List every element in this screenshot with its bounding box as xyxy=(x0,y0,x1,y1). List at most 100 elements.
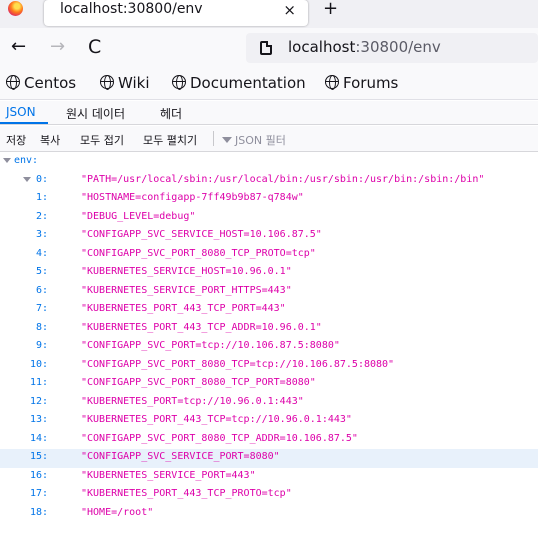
bookmark-forums[interactable]: Forums xyxy=(325,74,398,92)
tree-value: "HOME=/root" xyxy=(81,506,154,518)
tree-value: "KUBERNETES_PORT_443_TCP_PROTO=tcp" xyxy=(81,488,292,499)
url-path: :30800/env xyxy=(355,38,441,56)
copy-button[interactable]: 복사 xyxy=(40,132,60,148)
tree-row[interactable]: 10: "CONFIGAPP_SVC_PORT_8080_TCP=tcp://10… xyxy=(0,357,538,376)
tree-value: "CONFIGAPP_SVC_PORT=tcp://10.106.87.5:80… xyxy=(81,340,340,351)
bookmark-centos[interactable]: Centos xyxy=(6,74,76,92)
globe-icon xyxy=(172,75,186,90)
tree-key: 0: xyxy=(35,173,48,185)
back-button[interactable]: ← xyxy=(11,37,26,57)
tree-row[interactable]: 18: "HOME=/root" xyxy=(0,505,538,524)
tree-row[interactable]: 7: "KUBERNETES_PORT_443_TCP_PORT=443" xyxy=(0,301,538,320)
tree-value: "CONFIGAPP_SVC_PORT_8080_TCP=tcp://10.10… xyxy=(81,358,395,370)
tree-value: "KUBERNETES_PORT_443_TCP_ADDR=10.96.0.1" xyxy=(81,321,322,333)
tree-key: 7: xyxy=(35,303,48,314)
tree-row[interactable]: 15: "CONFIGAPP_SVC_SERVICE_PORT=8080" xyxy=(0,449,538,468)
tree-value: "KUBERNETES_PORT_443_TCP_PORT=443" xyxy=(81,303,286,314)
tree-key: 2: xyxy=(35,210,48,222)
json-toolbar: 저장 복사 모두 접기 모두 펼치기 JSON 필터 xyxy=(0,126,538,152)
bookmark-label: Wiki xyxy=(118,74,150,92)
tree-row-env[interactable]: env: xyxy=(0,153,538,172)
globe-icon xyxy=(325,75,339,90)
url-text: localhost:30800/env xyxy=(288,38,441,56)
tree-value: "CONFIGAPP_SVC_SERVICE_HOST=10.106.87.5" xyxy=(81,229,322,240)
tree-row[interactable]: 9: "CONFIGAPP_SVC_PORT=tcp://10.106.87.5:… xyxy=(0,338,538,357)
bookmark-label: Forums xyxy=(343,74,399,92)
tree-row[interactable]: 6: "KUBERNETES_SERVICE_PORT_HTTPS=443" xyxy=(0,283,538,302)
json-filter-input[interactable]: JSON 필터 xyxy=(222,132,286,148)
tree-key: 15: xyxy=(29,451,48,462)
browser-tab[interactable]: localhost:30800/env × xyxy=(44,0,308,26)
tree-key: 3: xyxy=(35,229,48,240)
bookmark-wiki[interactable]: Wiki xyxy=(100,74,150,92)
tree-value: "CONFIGAPP_SVC_PORT_8080_TCP_ADDR=10.106… xyxy=(81,432,358,444)
expand-toggle-icon[interactable] xyxy=(3,158,11,163)
tree-key: 13: xyxy=(29,414,48,425)
tree-key: 9: xyxy=(35,340,48,351)
tree-value: "CONFIGAPP_SVC_PORT_8080_TCP_PROTO=tcp" xyxy=(81,247,316,259)
tree-row[interactable]: 13: "KUBERNETES_PORT_443_TCP=tcp://10.96.… xyxy=(0,412,538,431)
bookmark-label: Centos xyxy=(24,74,77,92)
tree-value: "KUBERNETES_SERVICE_HOST=10.96.0.1" xyxy=(81,266,292,277)
tab-strip: localhost:30800/env × + xyxy=(0,0,538,28)
tree-key: 18: xyxy=(29,506,48,518)
tree-key: 11: xyxy=(29,377,48,388)
close-tab-icon[interactable]: × xyxy=(283,1,296,19)
json-tree: env: 0: "PATH=/usr/local/sbin:/usr/local/… xyxy=(0,153,538,523)
reload-button[interactable]: C xyxy=(88,37,101,57)
tab-raw-data[interactable]: 원시 데이터 xyxy=(66,105,125,122)
url-host: localhost xyxy=(288,38,356,56)
tree-key: 1: xyxy=(35,192,48,203)
tab-title: localhost:30800/env xyxy=(60,1,203,17)
globe-icon xyxy=(6,75,20,90)
filter-icon xyxy=(222,137,232,143)
navigation-bar: ← → C localhost:30800/env xyxy=(0,28,538,68)
tree-key: 14: xyxy=(29,432,48,444)
bookmarks-toolbar: Centos Wiki Documentation Forums xyxy=(0,68,538,100)
tree-value: "DEBUG_LEVEL=debug" xyxy=(81,210,196,222)
tree-row[interactable]: 2: "DEBUG_LEVEL=debug" xyxy=(0,209,538,228)
tree-row[interactable]: 1: "HOSTNAME=configapp-7ff49b9b87-q784w" xyxy=(0,190,538,209)
tree-key: 8: xyxy=(35,321,48,333)
tree-row[interactable]: 11: "CONFIGAPP_SVC_PORT_8080_TCP_PORT=808… xyxy=(0,375,538,394)
tree-row[interactable]: 16: "KUBERNETES_SERVICE_PORT=443" xyxy=(0,468,538,487)
forward-button[interactable]: → xyxy=(50,37,65,57)
url-bar[interactable]: localhost:30800/env xyxy=(246,33,538,63)
save-button[interactable]: 저장 xyxy=(6,132,26,148)
firefox-logo-icon[interactable] xyxy=(8,1,23,16)
tree-value: "KUBERNETES_PORT=tcp://10.96.0.1:443" xyxy=(81,395,304,407)
expand-all-button[interactable]: 모두 펼치기 xyxy=(143,132,197,148)
tab-headers[interactable]: 헤더 xyxy=(160,105,182,122)
tree-value: "KUBERNETES_PORT_443_TCP=tcp://10.96.0.1… xyxy=(81,414,352,425)
tab-json[interactable]: JSON xyxy=(6,105,36,119)
collapse-all-button[interactable]: 모두 접기 xyxy=(80,132,124,148)
tree-key: 4: xyxy=(35,247,48,259)
tree-row[interactable]: 17: "KUBERNETES_PORT_443_TCP_PROTO=tcp" xyxy=(0,486,538,505)
tree-row[interactable]: 14: "CONFIGAPP_SVC_PORT_8080_TCP_ADDR=10.… xyxy=(0,431,538,450)
globe-icon xyxy=(100,75,114,90)
tree-key: 17: xyxy=(29,488,48,499)
tree-value: "CONFIGAPP_SVC_SERVICE_PORT=8080" xyxy=(81,451,280,462)
new-tab-button[interactable]: + xyxy=(323,0,338,18)
tree-row[interactable]: 5: "KUBERNETES_SERVICE_HOST=10.96.0.1" xyxy=(0,264,538,283)
bookmark-documentation[interactable]: Documentation xyxy=(172,74,306,92)
tree-row[interactable]: 3: "CONFIGAPP_SVC_SERVICE_HOST=10.106.87.… xyxy=(0,227,538,246)
tree-row[interactable]: 12: "KUBERNETES_PORT=tcp://10.96.0.1:443" xyxy=(0,394,538,413)
tree-key: env: xyxy=(14,155,39,166)
tree-key: 10: xyxy=(29,358,48,370)
tree-value: "HOSTNAME=configapp-7ff49b9b87-q784w" xyxy=(81,192,304,203)
tree-value: "PATH=/usr/local/sbin:/usr/local/bin:/us… xyxy=(81,173,485,185)
tree-value: "KUBERNETES_SERVICE_PORT=443" xyxy=(81,469,256,481)
page-icon[interactable] xyxy=(260,41,272,55)
tree-row[interactable]: 4: "CONFIGAPP_SVC_PORT_8080_TCP_PROTO=tcp… xyxy=(0,246,538,265)
tree-row[interactable]: 8: "KUBERNETES_PORT_443_TCP_ADDR=10.96.0.… xyxy=(0,320,538,339)
toolbar-divider xyxy=(213,131,214,146)
json-viewer-tabs: JSON 원시 데이터 헤더 xyxy=(0,101,538,125)
tree-value: "CONFIGAPP_SVC_PORT_8080_TCP_PORT=8080" xyxy=(81,377,316,388)
tree-key: 5: xyxy=(35,266,48,277)
active-tab-indicator xyxy=(0,122,48,124)
tree-key: 12: xyxy=(29,395,48,407)
bookmark-label: Documentation xyxy=(190,74,306,92)
filter-placeholder: JSON 필터 xyxy=(235,134,286,147)
tree-row[interactable]: 0: "PATH=/usr/local/sbin:/usr/local/bin:/… xyxy=(0,172,538,191)
